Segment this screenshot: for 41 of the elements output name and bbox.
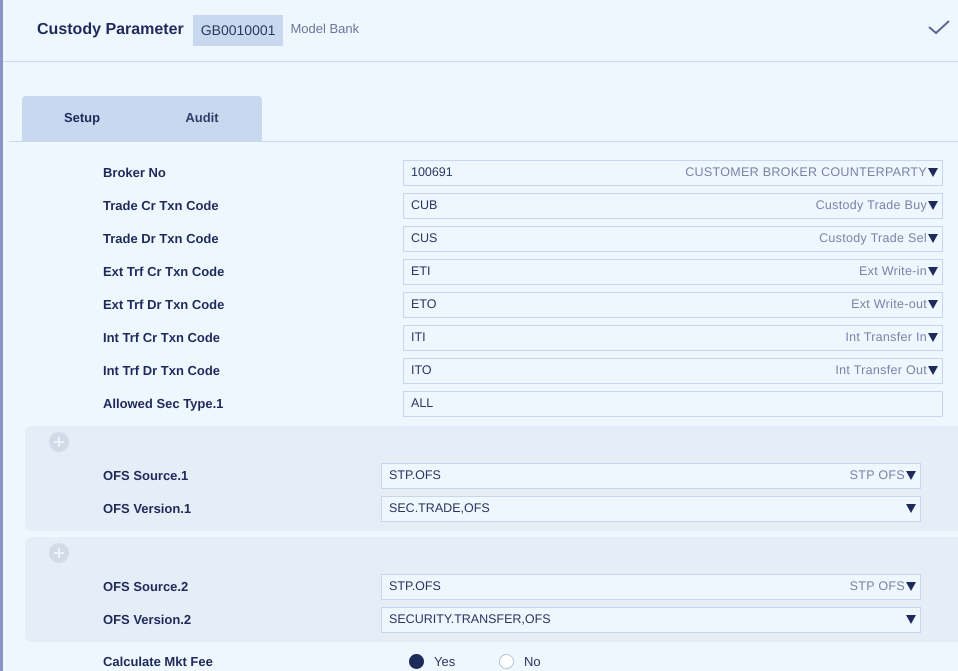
select-field[interactable]: SECURITY.TRANSFER,OFS <box>381 606 921 632</box>
field-label: Trade Cr Txn Code <box>103 196 220 214</box>
input-field[interactable]: ALL <box>403 390 943 416</box>
select-field[interactable]: SEC.TRADE,OFS <box>381 496 921 522</box>
select-field[interactable]: ITI Int Transfer In <box>403 324 943 350</box>
field-description: Int Transfer Out <box>835 362 927 380</box>
page-title: Custody Parameter <box>37 20 184 40</box>
field-label: Broker No <box>103 164 167 182</box>
field-label: Trade Dr Txn Code <box>103 230 220 248</box>
select-field[interactable]: ITO Int Transfer Out <box>403 358 943 384</box>
field-label: Int Trf Cr Txn Code <box>103 328 221 346</box>
field-label: Int Trf Dr Txn Code <box>103 362 221 380</box>
record-id: GB0010001 <box>192 14 284 46</box>
field-description: CUSTOMER BROKER COUNTERPARTY <box>685 164 927 182</box>
radio-option[interactable]: No <box>499 652 589 671</box>
field-label: Ext Trf Cr Txn Code <box>103 262 226 280</box>
field-label: Ext Trf Dr Txn Code <box>103 296 226 314</box>
field-label: Calculate Mkt Fee <box>103 652 214 670</box>
select-field[interactable]: 100691 CUSTOMER BROKER COUNTERPARTY <box>403 160 943 186</box>
field-label: OFS Source.1 <box>103 466 190 484</box>
tab[interactable]: Audit <box>142 96 262 140</box>
select-field[interactable]: CUB Custody Trade Buy <box>403 192 943 218</box>
select-field[interactable]: STP.OFS STP OFS <box>381 574 921 600</box>
field-label: OFS Source.2 <box>103 578 190 596</box>
field-description: STP OFS <box>850 467 905 484</box>
radio-option[interactable]: Yes <box>409 652 499 671</box>
field-label: OFS Version.1 <box>103 500 192 518</box>
select-field[interactable]: CUS Custody Trade Sel <box>403 226 943 252</box>
field-description: Custody Trade Buy <box>816 197 927 214</box>
field-label: Allowed Sec Type.1 <box>103 394 224 413</box>
select-field[interactable]: ETO Ext Write-out <box>403 292 943 318</box>
field-description: Ext Write-in <box>859 263 927 280</box>
select-field[interactable]: STP.OFS STP OFS <box>381 462 921 488</box>
field-label: OFS Version.2 <box>103 610 192 628</box>
field-description: Custody Trade Sel <box>819 230 927 248</box>
company-name: Model Bank <box>290 20 360 38</box>
tab[interactable]: Setup <box>22 96 142 140</box>
field-description: STP OFS <box>850 578 905 596</box>
field-description: Int Transfer In <box>845 329 927 346</box>
field-description: Ext Write-out <box>851 296 927 314</box>
select-field[interactable]: ETI Ext Write-in <box>403 258 943 284</box>
